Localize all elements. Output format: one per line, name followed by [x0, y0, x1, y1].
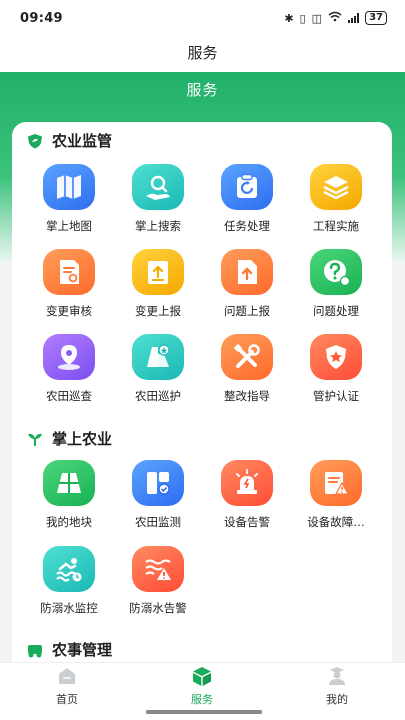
- search-hand-icon: [132, 164, 184, 210]
- sprout-icon: [28, 433, 42, 446]
- service-item-issue-handling[interactable]: 问题处理: [292, 249, 380, 319]
- service-item-farmland-inspection[interactable]: 农田巡查: [25, 334, 113, 404]
- section-header-agri-supervision: 农业监管: [26, 130, 112, 151]
- fault-doc-icon: [310, 460, 362, 506]
- tab-label: 首页: [56, 693, 78, 706]
- shield-star-icon: [310, 334, 362, 380]
- question-icon: [310, 249, 362, 295]
- alarm-light-icon: [221, 460, 273, 506]
- tools-icon: [221, 334, 273, 380]
- tab-label: 服务: [191, 693, 213, 706]
- status-bar: 09:49 ✱ ▯ ◫ 37: [0, 0, 405, 36]
- map-icon: [43, 164, 95, 210]
- service-item-drowning-alarm[interactable]: 防溺水告警: [114, 546, 202, 616]
- signal-icon: [348, 13, 360, 23]
- service-item-care-certification[interactable]: 管护认证: [292, 334, 380, 404]
- service-item-change-report[interactable]: 变更上报: [114, 249, 202, 319]
- service-item-issue-report[interactable]: 问题上报: [203, 249, 291, 319]
- service-item-drowning-monitor[interactable]: 防溺水监控: [25, 546, 113, 616]
- upload-file-icon: [221, 249, 273, 295]
- page-title: 服务: [0, 36, 405, 72]
- bluetooth-icon: ✱: [284, 11, 294, 25]
- layers-icon: [310, 164, 362, 210]
- cube-icon: [193, 667, 211, 686]
- section-title: 农事管理: [52, 641, 113, 659]
- service-item-device-alarm[interactable]: 设备告警: [203, 460, 291, 530]
- tab-home[interactable]: 首页: [27, 665, 107, 707]
- swimmer-icon: [43, 546, 95, 592]
- user-icon: [329, 667, 345, 685]
- wifi-icon: [328, 11, 342, 25]
- field-star-icon: [132, 334, 184, 380]
- network-icon: ◫: [311, 11, 323, 25]
- service-item-my-plots[interactable]: 我的地块: [25, 460, 113, 530]
- review-doc-icon: [43, 249, 95, 295]
- water-warning-icon: [132, 546, 184, 592]
- task-icon: [221, 164, 273, 210]
- vibrate-icon: ▯: [299, 11, 306, 25]
- section-title: 掌上农业: [52, 430, 113, 448]
- service-item-project-implementation[interactable]: 工程实施: [292, 164, 380, 234]
- section-header-farming-management: 农事管理: [26, 639, 112, 660]
- battery-icon: 37: [365, 11, 387, 25]
- status-icons: ✱ ▯ ◫ 37: [284, 11, 387, 25]
- service-item-change-review[interactable]: 变更审核: [25, 249, 113, 319]
- status-time: 09:49: [20, 10, 63, 26]
- service-item-handheld-search[interactable]: 掌上搜索: [114, 164, 202, 234]
- service-item-rectification-guidance[interactable]: 整改指导: [203, 334, 291, 404]
- upload-doc-icon: [132, 249, 184, 295]
- service-item-farmland-patrol[interactable]: 农田巡护: [114, 334, 202, 404]
- section-title: 农业监管: [52, 132, 113, 150]
- monitor-icon: [132, 460, 184, 506]
- grid-plot-icon: [43, 460, 95, 506]
- service-item-farmland-monitoring[interactable]: 农田监测: [114, 460, 202, 530]
- location-pin-icon: [43, 334, 95, 380]
- tractor-icon: [28, 644, 42, 657]
- home-indicator[interactable]: [146, 710, 262, 714]
- service-item-device-fault[interactable]: 设备故障…: [292, 460, 380, 530]
- tab-label: 我的: [326, 693, 348, 706]
- tab-service[interactable]: 服务: [162, 665, 242, 707]
- services-card[interactable]: 农业监管 掌上地图 掌上搜索 任务处理 工程实施 变更审核 变更上报 问题上报 …: [12, 122, 392, 662]
- section-header-handheld-agriculture: 掌上农业: [26, 428, 112, 449]
- service-item-task-processing[interactable]: 任务处理: [203, 164, 291, 234]
- banner-title: 服务: [186, 81, 219, 99]
- tab-mine[interactable]: 我的: [297, 665, 377, 707]
- service-item-handheld-map[interactable]: 掌上地图: [25, 164, 113, 234]
- shield-leaf-icon: [28, 133, 42, 148]
- home-icon: [59, 668, 75, 684]
